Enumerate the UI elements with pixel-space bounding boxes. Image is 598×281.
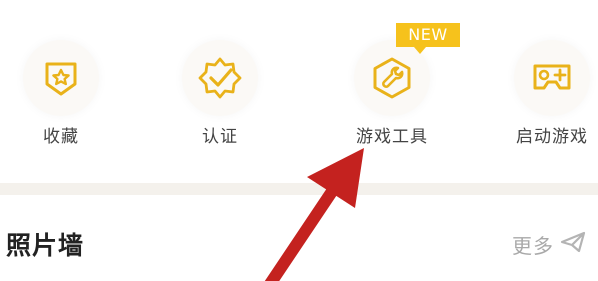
- favorites-star-shield-icon: [45, 62, 77, 96]
- game-tools-action[interactable]: 游戏工具: [324, 40, 444, 160]
- launch-game-action[interactable]: 启动游戏: [484, 40, 598, 160]
- launch-game-label: 启动游戏: [516, 127, 588, 147]
- new-badge-pointer: [414, 47, 426, 54]
- favorites-icon-circle: [23, 40, 99, 116]
- wrench-hexagon-icon: [373, 57, 411, 99]
- favorites-action[interactable]: 收藏: [0, 40, 113, 160]
- paper-plane-icon: [560, 231, 586, 258]
- photo-wall-title: 照片墙: [6, 231, 85, 260]
- photo-wall-section: [0, 195, 598, 281]
- verify-label: 认证: [202, 127, 238, 147]
- more-label: 更多: [512, 233, 554, 258]
- game-tools-label: 游戏工具: [356, 127, 428, 147]
- verify-action[interactable]: 认证: [152, 40, 272, 160]
- launch-game-icon-circle: [514, 40, 590, 116]
- section-divider: [0, 183, 598, 195]
- verify-icon-circle: [182, 40, 258, 116]
- verify-badge-check-icon: [198, 57, 242, 99]
- favorites-label: 收藏: [43, 127, 79, 147]
- more-link[interactable]: 更多: [512, 230, 586, 258]
- new-badge: NEW: [396, 23, 460, 47]
- gamepad-icon: [533, 64, 571, 90]
